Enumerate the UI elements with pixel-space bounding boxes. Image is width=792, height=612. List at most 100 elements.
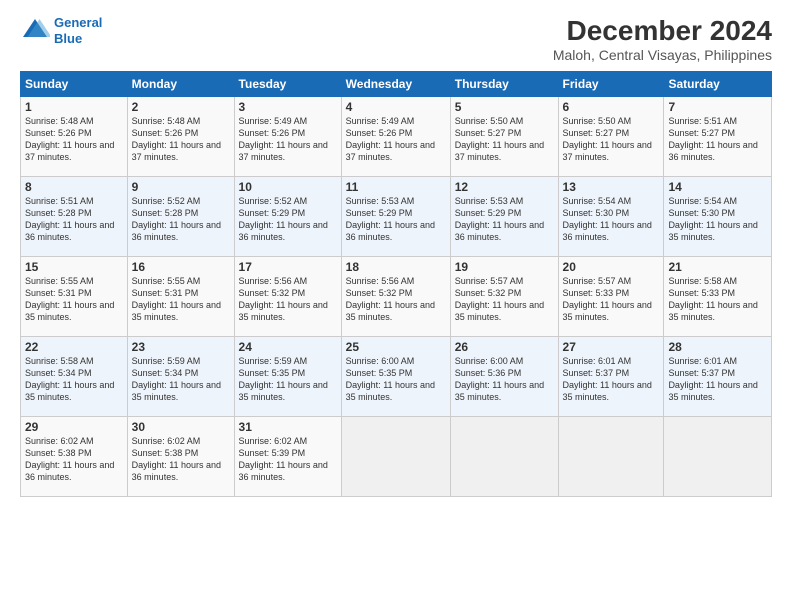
day-number: 11 [346, 180, 446, 194]
day-detail: Sunrise: 5:58 AM Sunset: 5:34 PM Dayligh… [25, 355, 123, 404]
day-number: 31 [239, 420, 337, 434]
logo-icon [20, 16, 50, 46]
calendar-header-saturday: Saturday [664, 72, 772, 97]
day-detail: Sunrise: 6:01 AM Sunset: 5:37 PM Dayligh… [563, 355, 660, 404]
calendar-cell: 5Sunrise: 5:50 AM Sunset: 5:27 PM Daylig… [450, 97, 558, 177]
day-detail: Sunrise: 5:49 AM Sunset: 5:26 PM Dayligh… [239, 115, 337, 164]
calendar-cell: 19Sunrise: 5:57 AM Sunset: 5:32 PM Dayli… [450, 257, 558, 337]
calendar-cell [558, 417, 664, 497]
day-detail: Sunrise: 5:59 AM Sunset: 5:35 PM Dayligh… [239, 355, 337, 404]
calendar-header-wednesday: Wednesday [341, 72, 450, 97]
title-area: December 2024 Maloh, Central Visayas, Ph… [553, 15, 772, 63]
calendar-header-friday: Friday [558, 72, 664, 97]
day-detail: Sunrise: 5:51 AM Sunset: 5:27 PM Dayligh… [668, 115, 767, 164]
day-number: 6 [563, 100, 660, 114]
calendar-cell [341, 417, 450, 497]
day-detail: Sunrise: 6:00 AM Sunset: 5:36 PM Dayligh… [455, 355, 554, 404]
day-number: 21 [668, 260, 767, 274]
logo-line1: General [54, 15, 102, 30]
day-number: 23 [132, 340, 230, 354]
day-detail: Sunrise: 5:57 AM Sunset: 5:32 PM Dayligh… [455, 275, 554, 324]
calendar-cell: 2Sunrise: 5:48 AM Sunset: 5:26 PM Daylig… [127, 97, 234, 177]
main-title: December 2024 [553, 15, 772, 47]
day-number: 17 [239, 260, 337, 274]
day-number: 1 [25, 100, 123, 114]
day-number: 14 [668, 180, 767, 194]
calendar-cell: 10Sunrise: 5:52 AM Sunset: 5:29 PM Dayli… [234, 177, 341, 257]
day-detail: Sunrise: 5:50 AM Sunset: 5:27 PM Dayligh… [563, 115, 660, 164]
page: General Blue December 2024 Maloh, Centra… [0, 0, 792, 612]
calendar-cell: 11Sunrise: 5:53 AM Sunset: 5:29 PM Dayli… [341, 177, 450, 257]
calendar-row-2: 8Sunrise: 5:51 AM Sunset: 5:28 PM Daylig… [21, 177, 772, 257]
calendar-cell: 18Sunrise: 5:56 AM Sunset: 5:32 PM Dayli… [341, 257, 450, 337]
calendar-cell: 17Sunrise: 5:56 AM Sunset: 5:32 PM Dayli… [234, 257, 341, 337]
calendar-cell: 4Sunrise: 5:49 AM Sunset: 5:26 PM Daylig… [341, 97, 450, 177]
day-detail: Sunrise: 5:59 AM Sunset: 5:34 PM Dayligh… [132, 355, 230, 404]
calendar-cell: 28Sunrise: 6:01 AM Sunset: 5:37 PM Dayli… [664, 337, 772, 417]
subtitle: Maloh, Central Visayas, Philippines [553, 47, 772, 63]
calendar-cell: 12Sunrise: 5:53 AM Sunset: 5:29 PM Dayli… [450, 177, 558, 257]
day-detail: Sunrise: 5:52 AM Sunset: 5:29 PM Dayligh… [239, 195, 337, 244]
calendar-cell: 22Sunrise: 5:58 AM Sunset: 5:34 PM Dayli… [21, 337, 128, 417]
calendar-cell: 24Sunrise: 5:59 AM Sunset: 5:35 PM Dayli… [234, 337, 341, 417]
calendar-cell: 16Sunrise: 5:55 AM Sunset: 5:31 PM Dayli… [127, 257, 234, 337]
day-detail: Sunrise: 5:53 AM Sunset: 5:29 PM Dayligh… [455, 195, 554, 244]
calendar-cell: 30Sunrise: 6:02 AM Sunset: 5:38 PM Dayli… [127, 417, 234, 497]
day-detail: Sunrise: 5:53 AM Sunset: 5:29 PM Dayligh… [346, 195, 446, 244]
logo: General Blue [20, 15, 102, 46]
day-number: 29 [25, 420, 123, 434]
day-number: 20 [563, 260, 660, 274]
calendar-row-5: 29Sunrise: 6:02 AM Sunset: 5:38 PM Dayli… [21, 417, 772, 497]
calendar-cell: 25Sunrise: 6:00 AM Sunset: 5:35 PM Dayli… [341, 337, 450, 417]
day-number: 30 [132, 420, 230, 434]
calendar-header-row: SundayMondayTuesdayWednesdayThursdayFrid… [21, 72, 772, 97]
day-detail: Sunrise: 6:00 AM Sunset: 5:35 PM Dayligh… [346, 355, 446, 404]
logo-line2: Blue [54, 31, 82, 46]
calendar-header-thursday: Thursday [450, 72, 558, 97]
logo-text: General Blue [54, 15, 102, 46]
day-number: 22 [25, 340, 123, 354]
day-number: 28 [668, 340, 767, 354]
calendar-cell: 13Sunrise: 5:54 AM Sunset: 5:30 PM Dayli… [558, 177, 664, 257]
day-number: 12 [455, 180, 554, 194]
day-number: 24 [239, 340, 337, 354]
day-number: 2 [132, 100, 230, 114]
day-detail: Sunrise: 5:52 AM Sunset: 5:28 PM Dayligh… [132, 195, 230, 244]
day-detail: Sunrise: 5:58 AM Sunset: 5:33 PM Dayligh… [668, 275, 767, 324]
calendar-cell: 27Sunrise: 6:01 AM Sunset: 5:37 PM Dayli… [558, 337, 664, 417]
day-detail: Sunrise: 5:56 AM Sunset: 5:32 PM Dayligh… [239, 275, 337, 324]
day-number: 26 [455, 340, 554, 354]
day-number: 16 [132, 260, 230, 274]
day-number: 27 [563, 340, 660, 354]
day-detail: Sunrise: 6:02 AM Sunset: 5:38 PM Dayligh… [132, 435, 230, 484]
day-number: 5 [455, 100, 554, 114]
calendar-table: SundayMondayTuesdayWednesdayThursdayFrid… [20, 71, 772, 497]
day-number: 9 [132, 180, 230, 194]
calendar-header-tuesday: Tuesday [234, 72, 341, 97]
calendar-cell: 9Sunrise: 5:52 AM Sunset: 5:28 PM Daylig… [127, 177, 234, 257]
calendar-cell: 14Sunrise: 5:54 AM Sunset: 5:30 PM Dayli… [664, 177, 772, 257]
calendar-cell: 3Sunrise: 5:49 AM Sunset: 5:26 PM Daylig… [234, 97, 341, 177]
day-number: 7 [668, 100, 767, 114]
day-number: 25 [346, 340, 446, 354]
calendar-cell: 21Sunrise: 5:58 AM Sunset: 5:33 PM Dayli… [664, 257, 772, 337]
calendar-cell: 6Sunrise: 5:50 AM Sunset: 5:27 PM Daylig… [558, 97, 664, 177]
calendar-cell: 8Sunrise: 5:51 AM Sunset: 5:28 PM Daylig… [21, 177, 128, 257]
calendar-cell: 31Sunrise: 6:02 AM Sunset: 5:39 PM Dayli… [234, 417, 341, 497]
day-detail: Sunrise: 6:02 AM Sunset: 5:38 PM Dayligh… [25, 435, 123, 484]
day-number: 10 [239, 180, 337, 194]
calendar-cell: 29Sunrise: 6:02 AM Sunset: 5:38 PM Dayli… [21, 417, 128, 497]
day-detail: Sunrise: 5:49 AM Sunset: 5:26 PM Dayligh… [346, 115, 446, 164]
calendar-row-1: 1Sunrise: 5:48 AM Sunset: 5:26 PM Daylig… [21, 97, 772, 177]
calendar-header-monday: Monday [127, 72, 234, 97]
day-detail: Sunrise: 5:56 AM Sunset: 5:32 PM Dayligh… [346, 275, 446, 324]
calendar-row-4: 22Sunrise: 5:58 AM Sunset: 5:34 PM Dayli… [21, 337, 772, 417]
calendar-cell: 20Sunrise: 5:57 AM Sunset: 5:33 PM Dayli… [558, 257, 664, 337]
day-number: 19 [455, 260, 554, 274]
day-detail: Sunrise: 5:54 AM Sunset: 5:30 PM Dayligh… [563, 195, 660, 244]
calendar-cell [664, 417, 772, 497]
header: General Blue December 2024 Maloh, Centra… [20, 15, 772, 63]
day-detail: Sunrise: 6:02 AM Sunset: 5:39 PM Dayligh… [239, 435, 337, 484]
calendar-cell: 7Sunrise: 5:51 AM Sunset: 5:27 PM Daylig… [664, 97, 772, 177]
day-detail: Sunrise: 5:51 AM Sunset: 5:28 PM Dayligh… [25, 195, 123, 244]
